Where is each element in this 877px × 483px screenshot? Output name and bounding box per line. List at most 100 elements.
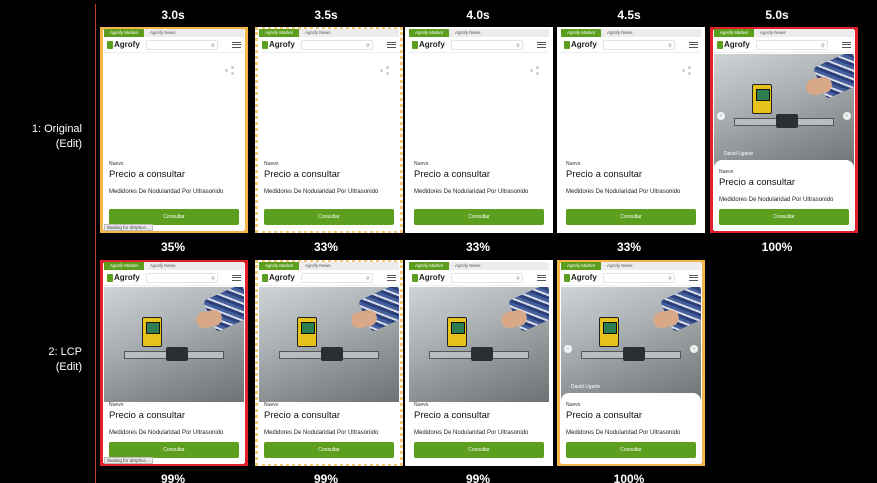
visual-progress-percent: 100% <box>761 240 793 254</box>
tab-agrofy-market: Agrofy Market <box>409 29 450 37</box>
filmstrip-frame[interactable]: Agrofy Market Agrofy News Agrofy ⚲ Nuevo… <box>405 27 553 233</box>
page-screenshot: Agrofy Market Agrofy News Agrofy ⚲ Nuevo… <box>561 29 701 231</box>
page-screenshot: Agrofy Market Agrofy News Agrofy ⚲ Nuevo… <box>259 29 399 231</box>
logo-text: Agrofy <box>114 40 140 49</box>
visual-progress-percent: 100% <box>613 472 645 483</box>
search-icon: ⚲ <box>211 42 215 49</box>
agrofy-logo: Agrofy <box>107 273 140 282</box>
search-icon: ⚲ <box>821 42 825 49</box>
filmstrip-frame[interactable]: Agrofy Market Agrofy News Agrofy ⚲ Nuevo… <box>405 260 553 466</box>
photo-meter <box>447 317 467 347</box>
condition-label: Nuevo <box>264 161 279 167</box>
photo-gauge <box>166 347 188 361</box>
site-tabbar: Agrofy Market Agrofy News <box>409 29 549 37</box>
filmstrip-frame[interactable]: Agrofy Market Agrofy News Agrofy ⚲ Nuevo… <box>100 260 248 466</box>
search-box: ⚲ <box>602 39 675 50</box>
share-icon <box>530 66 539 75</box>
site-tabbar: Agrofy Market Agrofy News <box>259 29 399 37</box>
site-header: Agrofy ⚲ <box>259 37 399 53</box>
search-box: ⚲ <box>450 39 523 50</box>
tab-agrofy-news: Agrofy News <box>760 30 786 35</box>
row-label-line2: (Edit) <box>55 138 82 150</box>
site-tabbar: Agrofy Market Agrofy News <box>104 262 244 270</box>
filmstrip-frame[interactable]: Agrofy Market Agrofy News Agrofy ⚲ Nuevo… <box>557 27 705 233</box>
tab-agrofy-market: Agrofy Market <box>104 29 145 37</box>
hamburger-menu-icon <box>842 41 851 48</box>
filmstrip-frame[interactable]: Agrofy Market Agrofy News Agrofy ⚲ David… <box>710 27 858 233</box>
consultar-button: Consultar <box>414 442 544 458</box>
page-screenshot: Agrofy Market Agrofy News Agrofy ⚲ Nuevo… <box>104 262 244 464</box>
photo-gauge <box>321 347 343 361</box>
price-label: Precio a consultar <box>264 410 341 421</box>
time-label: 4.5s <box>617 8 641 22</box>
share-icon <box>225 66 234 75</box>
visual-progress-percent: 99% <box>313 472 339 483</box>
logo-text: Agrofy <box>419 40 445 49</box>
tab-agrofy-market: Agrofy Market <box>561 262 602 270</box>
chevron-left-icon: ‹ <box>717 112 725 120</box>
site-header: Agrofy ⚲ <box>714 37 854 53</box>
site-header: Agrofy ⚲ <box>104 37 244 53</box>
consultar-button: Consultar <box>264 442 394 458</box>
photo-meter <box>142 317 162 347</box>
hamburger-menu-icon <box>387 41 396 48</box>
consultar-button: Consultar <box>414 209 544 225</box>
product-photo <box>259 287 399 402</box>
consultar-button: Consultar <box>264 209 394 225</box>
filmstrip-frame[interactable]: Agrofy Market Agrofy News Agrofy ⚲ Nuevo… <box>100 27 248 233</box>
time-label: 5.0s <box>765 8 789 22</box>
product-photo: David Ugarte <box>561 287 701 402</box>
filmstrip-frame[interactable]: Agrofy Market Agrofy News Agrofy ⚲ Nuevo… <box>255 27 403 233</box>
price-label: Precio a consultar <box>264 169 341 180</box>
filmstrip-frame[interactable]: Agrofy Market Agrofy News Agrofy ⚲ Nuevo… <box>255 260 403 466</box>
price-label: Precio a consultar <box>566 410 643 421</box>
status-waiting: Waiting for d0rphce... <box>104 224 153 231</box>
hamburger-menu-icon <box>232 274 241 281</box>
seller-name: David Ugarte <box>571 384 601 390</box>
consultar-button: Consultar <box>109 442 239 458</box>
consultar-button: Consultar <box>719 209 849 225</box>
row-label-line1: 2: LCP <box>48 346 82 358</box>
agrofy-logo: Agrofy <box>262 273 295 282</box>
product-info: Nuevo Precio a consultar Medidores De Nodu… <box>561 402 701 437</box>
product-title: Medidores De Nodularidad Por Ultrasonido <box>566 430 681 436</box>
product-title: Medidores De Nodularidad Por Ultrasonido <box>264 430 379 436</box>
search-box: ⚲ <box>755 39 828 50</box>
site-header: Agrofy ⚲ <box>561 270 701 286</box>
tab-agrofy-news: Agrofy News <box>607 30 633 35</box>
filmstrip-frame[interactable]: Agrofy Market Agrofy News Agrofy ⚲ David… <box>557 260 705 466</box>
product-info: Nuevo Precio a consultar Medidores De Nodu… <box>561 161 701 196</box>
site-header: Agrofy ⚲ <box>104 270 244 286</box>
photo-gauge <box>623 347 645 361</box>
product-title: Medidores De Nodularidad Por Ultrasonido <box>109 430 224 436</box>
site-tabbar: Agrofy Market Agrofy News <box>561 29 701 37</box>
visual-progress-percent: 99% <box>160 472 186 483</box>
hamburger-menu-icon <box>387 274 396 281</box>
price-label: Precio a consultar <box>414 169 491 180</box>
photo-meter <box>752 84 772 114</box>
hamburger-menu-icon <box>689 41 698 48</box>
product-title: Medidores De Nodularidad Por Ultrasonido <box>414 189 529 195</box>
site-header: Agrofy ⚲ <box>409 37 549 53</box>
condition-label: Nuevo <box>566 402 581 408</box>
visual-progress-percent: 33% <box>313 240 339 254</box>
consultar-button: Consultar <box>566 209 696 225</box>
tab-agrofy-market: Agrofy Market <box>409 262 450 270</box>
search-icon: ⚲ <box>366 275 370 282</box>
chevron-left-icon: ‹ <box>564 345 572 353</box>
hamburger-menu-icon <box>537 274 546 281</box>
condition-label: Nuevo <box>109 161 124 167</box>
status-waiting: Waiting for d0rphce... <box>104 457 153 464</box>
timeline-divider <box>95 4 96 483</box>
photo-meter <box>599 317 619 347</box>
tab-agrofy-market: Agrofy Market <box>259 262 300 270</box>
tab-agrofy-news: Agrofy News <box>150 263 176 268</box>
product-photo: David Ugarte <box>714 54 854 169</box>
logo-text: Agrofy <box>114 273 140 282</box>
search-box: ⚲ <box>145 272 218 283</box>
tab-agrofy-news: Agrofy News <box>455 30 481 35</box>
hamburger-menu-icon <box>689 274 698 281</box>
tab-agrofy-news: Agrofy News <box>150 30 176 35</box>
agrofy-logo: Agrofy <box>564 40 597 49</box>
product-title: Medidores De Nodularidad Por Ultrasonido <box>109 189 224 195</box>
